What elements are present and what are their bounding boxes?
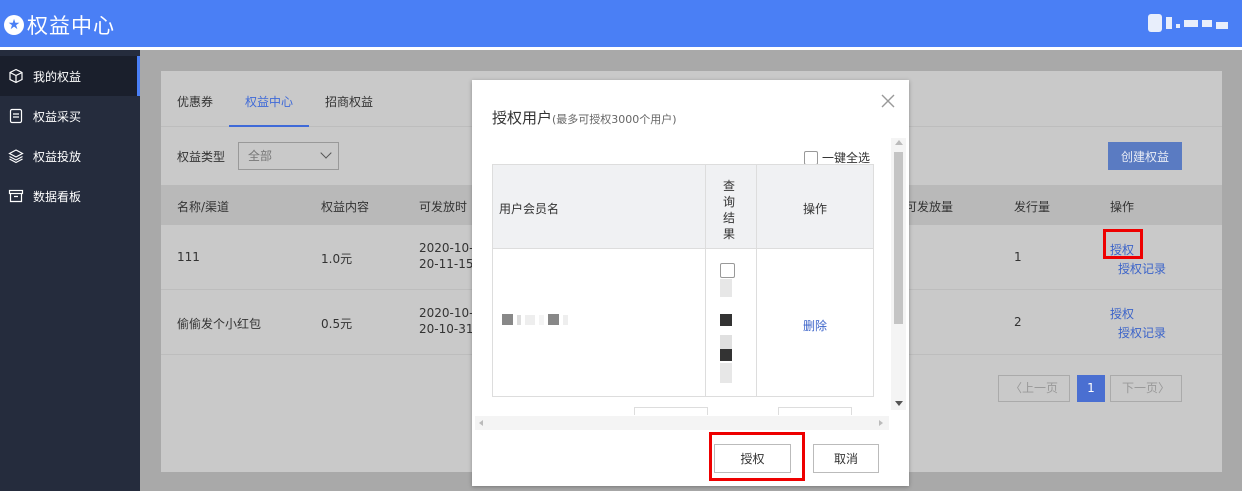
app-title: 权益中心: [27, 14, 115, 38]
create-benefit-button[interactable]: 创建权益: [1108, 142, 1182, 170]
user-account-redacted[interactable]: [1148, 14, 1228, 32]
top-header: ★ 权益中心: [0, 0, 1242, 47]
star-icon: ★: [4, 15, 24, 35]
user-table: 用户会员名 查询结果 操作 删除: [492, 164, 874, 397]
col-header: 名称/渠道: [177, 200, 230, 214]
document-icon: [8, 108, 24, 124]
hidden-row-buttons: [778, 407, 852, 415]
next-page-button[interactable]: 下一页〉: [1110, 375, 1182, 402]
highlight-box: [1103, 229, 1143, 259]
layers-icon: [8, 148, 24, 164]
dialog-subtitle: (最多可授权3000个用户): [552, 113, 677, 126]
scrollbar-thumb[interactable]: [894, 152, 903, 324]
authorize-record-link[interactable]: 授权记录: [1118, 260, 1166, 277]
horizontal-scrollbar[interactable]: [475, 416, 889, 430]
benefit-type-select[interactable]: 全部: [238, 142, 339, 170]
checkbox-icon: [804, 150, 818, 165]
prev-label: 上一页: [1022, 381, 1059, 395]
sidebar-item-purchase[interactable]: 权益采买: [0, 96, 140, 136]
column-divider: [705, 165, 706, 396]
archive-icon: [8, 188, 24, 204]
sidebar-item-label: 权益采买: [33, 109, 82, 124]
col-header: 权益内容: [321, 200, 370, 214]
row-time: 2020-10-: [419, 241, 474, 255]
redacted-username: [502, 314, 568, 325]
tab-coupons[interactable]: 优惠券: [177, 93, 213, 110]
sidebar-item-label: 数据看板: [33, 189, 82, 204]
row-time: 2020-10-: [419, 306, 474, 320]
row-time: 20-10-31: [419, 322, 474, 336]
scroll-down-icon[interactable]: [895, 401, 903, 406]
vertical-scrollbar[interactable]: [891, 138, 906, 410]
select-value: 全部: [248, 149, 273, 163]
scroll-up-icon[interactable]: [895, 140, 903, 145]
col-action: 操作: [803, 202, 828, 216]
prev-page-button[interactable]: 〈上一页: [998, 375, 1070, 402]
chevron-down-icon: [320, 147, 332, 159]
cube-icon: [8, 68, 24, 84]
scroll-left-icon[interactable]: [479, 420, 483, 426]
authorize-users-dialog: 授权用户(最多可授权3000个用户) 一键全选 用户会员名 查询结果 操作 删除…: [472, 80, 909, 486]
app-logo[interactable]: ★ 权益中心: [4, 10, 115, 40]
next-label: 下一页: [1121, 381, 1158, 395]
dialog-title-text: 授权用户: [492, 109, 553, 127]
row-content: 0.5元: [321, 317, 353, 331]
col-header: 可发放时: [419, 200, 468, 214]
page-1-button[interactable]: 1: [1077, 375, 1105, 402]
row-name: 111: [177, 250, 200, 264]
row-checkbox[interactable]: [720, 263, 735, 278]
active-tab-indicator: [229, 125, 309, 127]
col-username: 用户会员名: [499, 202, 560, 216]
tab-benefit-center[interactable]: 权益中心: [245, 93, 293, 110]
col-header: 可发放量: [905, 200, 954, 214]
redacted-query-result: [719, 263, 735, 387]
sidebar-item-delivery[interactable]: 权益投放: [0, 136, 140, 176]
sidebar-item-my-benefits[interactable]: 我的权益: [0, 56, 140, 96]
cancel-button[interactable]: 取消: [813, 444, 879, 473]
chevron-left-icon: 〈: [1009, 381, 1022, 395]
highlight-box: [709, 432, 805, 481]
column-divider: [756, 165, 757, 396]
row-content: 1.0元: [321, 252, 353, 266]
authorize-record-link[interactable]: 授权记录: [1118, 324, 1166, 341]
chevron-right-icon: 〉: [1158, 381, 1171, 395]
sidebar-item-label: 我的权益: [33, 69, 82, 84]
col-header: 发行量: [1014, 200, 1051, 214]
sidebar: 我的权益 权益采买 权益投放 数据看板: [0, 50, 140, 491]
scroll-right-icon[interactable]: [879, 420, 883, 426]
row-time: 20-11-15: [419, 257, 474, 271]
sidebar-item-label: 权益投放: [33, 149, 82, 164]
hidden-row-buttons: [634, 407, 708, 415]
dialog-title: 授权用户(最多可授权3000个用户): [492, 107, 677, 128]
delete-link[interactable]: 删除: [803, 317, 827, 334]
close-icon[interactable]: [881, 94, 895, 108]
sidebar-item-dashboard[interactable]: 数据看板: [0, 176, 140, 216]
row-issued: 2: [1014, 315, 1022, 329]
col-query-result: 查询结果: [722, 179, 735, 241]
user-table-header: 用户会员名 查询结果 操作: [493, 165, 873, 249]
row-name: 偷偷发个小红包: [177, 317, 262, 331]
tab-merchant-benefits[interactable]: 招商权益: [325, 93, 373, 110]
col-header: 操作: [1110, 200, 1135, 214]
authorize-link[interactable]: 授权: [1110, 305, 1134, 322]
filter-label: 权益类型: [177, 150, 226, 164]
row-issued: 1: [1014, 250, 1022, 264]
